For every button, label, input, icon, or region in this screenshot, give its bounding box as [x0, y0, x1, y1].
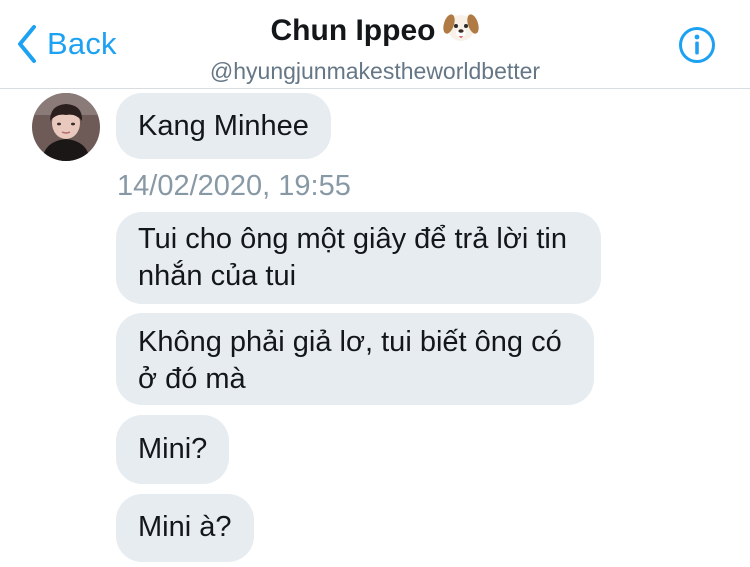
message-text: Mini à?	[138, 511, 232, 543]
contact-name: Chun Ippeo	[270, 14, 436, 47]
conversation-title: Chun Ippeo	[271, 10, 480, 52]
dog-face-icon	[443, 10, 480, 52]
message-text: Không phải giả lơ, tui biết ông có ở đó …	[138, 326, 562, 395]
message-timestamp: 14/02/2020, 19:55	[117, 170, 351, 202]
conversation-title-block: Chun Ippeo @hyungjunmakestheworldbetter	[0, 10, 750, 85]
contact-handle[interactable]: @hyungjunmakestheworldbetter	[0, 58, 750, 85]
info-button[interactable]	[678, 26, 716, 64]
message-text: Mini?	[138, 433, 208, 465]
conversation-header: Back Chun Ippeo @hyungjunmakestheworldbe…	[0, 0, 750, 89]
message-text: Tui cho ông một giây để trả lời tin nhắn…	[138, 223, 567, 292]
message-text: Kang Minhee	[138, 110, 309, 142]
message-bubble[interactable]: Không phải giả lơ, tui biết ông có ở đó …	[116, 313, 594, 405]
avatar[interactable]	[32, 93, 100, 161]
message-bubble[interactable]: Mini?	[116, 415, 230, 484]
message-bubble[interactable]: Mini à?	[116, 494, 254, 562]
message-bubble[interactable]: Kang Minhee	[116, 93, 331, 159]
info-icon	[679, 27, 715, 63]
message-bubble[interactable]: Tui cho ông một giây để trả lời tin nhắn…	[116, 212, 601, 304]
